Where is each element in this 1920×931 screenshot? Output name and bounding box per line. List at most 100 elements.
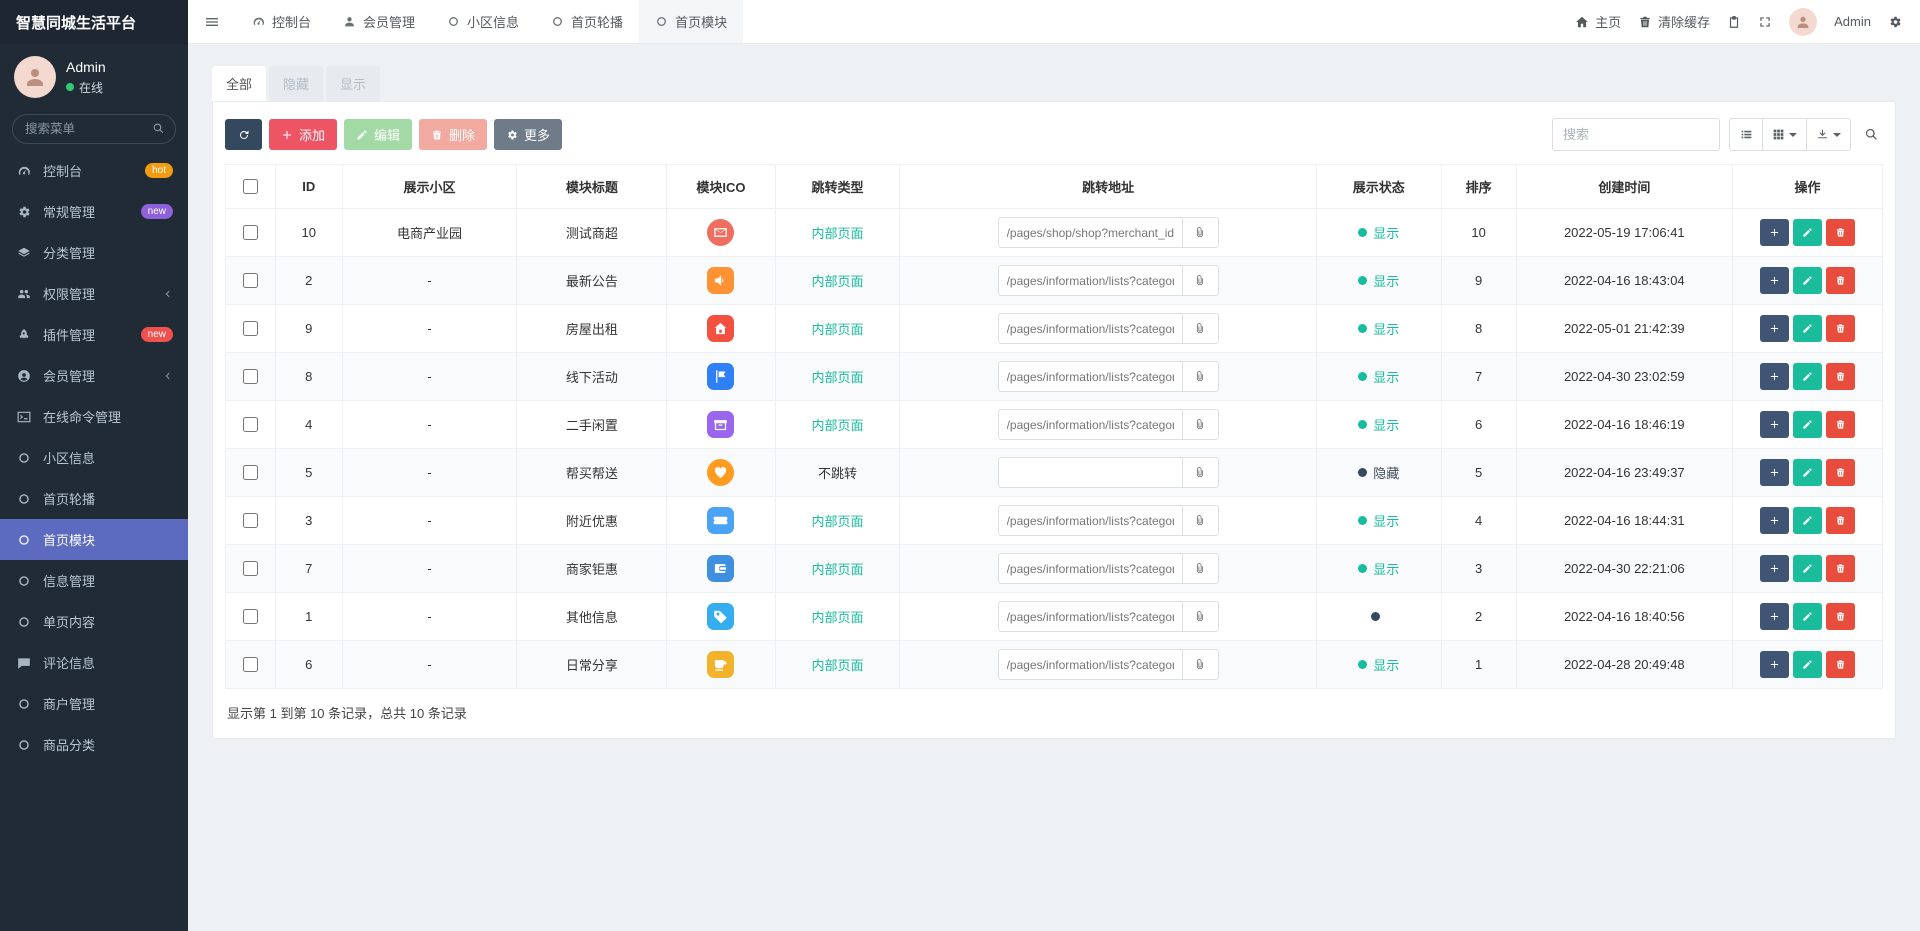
row-edit-button[interactable]	[1793, 603, 1823, 630]
row-checkbox[interactable]	[243, 369, 259, 384]
row-checkbox[interactable]	[243, 417, 259, 432]
table-search-input[interactable]	[1552, 118, 1720, 151]
filter-tab[interactable]: 全部	[212, 66, 267, 101]
row-edit-button[interactable]	[1793, 651, 1823, 678]
row-delete-button[interactable]	[1826, 315, 1856, 342]
sidebar-item[interactable]: 会员管理	[0, 355, 188, 396]
select-all-checkbox[interactable]	[243, 179, 259, 194]
clear-cache-link[interactable]: 清除缓存	[1638, 12, 1710, 31]
row-add-button[interactable]	[1760, 603, 1790, 630]
link-button[interactable]	[1182, 553, 1219, 584]
jump-url-input[interactable]	[997, 313, 1183, 344]
column-header-jump-url[interactable]: 跳转地址	[899, 164, 1317, 209]
jump-url-input[interactable]	[997, 409, 1183, 440]
row-edit-button[interactable]	[1793, 315, 1823, 342]
row-add-button[interactable]	[1760, 411, 1790, 438]
sidebar-item[interactable]: 商品分类	[0, 724, 188, 765]
row-edit-button[interactable]	[1793, 363, 1823, 390]
clipboard-button[interactable]	[1727, 15, 1741, 29]
sidebar-item[interactable]: 分类管理	[0, 232, 188, 273]
link-button[interactable]	[1182, 505, 1219, 536]
column-header-status[interactable]: 展示状态	[1315, 164, 1442, 209]
column-header-community[interactable]: 展示小区	[341, 164, 518, 209]
topnav-tab[interactable]: 首页模块	[639, 0, 744, 43]
filter-tab[interactable]: 隐藏	[269, 66, 324, 101]
filter-tab[interactable]: 显示	[326, 66, 381, 101]
row-delete-button[interactable]	[1826, 555, 1856, 582]
row-delete-button[interactable]	[1826, 219, 1856, 246]
row-add-button[interactable]	[1760, 219, 1790, 246]
columns-button[interactable]	[1763, 118, 1807, 151]
sidebar-item[interactable]: 商户管理	[0, 683, 188, 724]
row-add-button[interactable]	[1760, 651, 1790, 678]
row-edit-button[interactable]	[1793, 219, 1823, 246]
jump-url-input[interactable]	[997, 649, 1183, 680]
column-header-jump-type[interactable]: 跳转类型	[774, 164, 901, 209]
jump-url-input[interactable]	[997, 601, 1183, 632]
column-header-title[interactable]: 模块标题	[516, 164, 668, 209]
toggle-view-button[interactable]	[1729, 118, 1763, 151]
row-add-button[interactable]	[1760, 459, 1790, 486]
row-checkbox[interactable]	[243, 465, 259, 480]
row-checkbox[interactable]	[243, 561, 259, 576]
column-header-ico[interactable]: 模块ICO	[666, 164, 776, 209]
link-button[interactable]	[1182, 265, 1219, 296]
row-delete-button[interactable]	[1826, 603, 1856, 630]
row-add-button[interactable]	[1760, 507, 1790, 534]
search-button[interactable]	[1860, 123, 1883, 146]
row-add-button[interactable]	[1760, 363, 1790, 390]
jump-url-input[interactable]	[997, 505, 1183, 536]
row-add-button[interactable]	[1760, 267, 1790, 294]
sidebar-item[interactable]: 评论信息	[0, 642, 188, 683]
row-edit-button[interactable]	[1793, 555, 1823, 582]
topnav-tab[interactable]: 小区信息	[431, 0, 535, 43]
delete-button[interactable]: 删除	[419, 119, 488, 150]
sidebar-item[interactable]: 信息管理	[0, 560, 188, 601]
link-button[interactable]	[1182, 409, 1219, 440]
sidebar-item[interactable]: 首页模块	[0, 519, 188, 560]
fullscreen-button[interactable]	[1758, 15, 1772, 29]
sidebar-item[interactable]: 首页轮播	[0, 478, 188, 519]
refresh-button[interactable]	[225, 119, 262, 150]
row-delete-button[interactable]	[1826, 363, 1856, 390]
home-link[interactable]: 主页	[1575, 12, 1621, 31]
sidebar-item[interactable]: 小区信息	[0, 437, 188, 478]
column-header-id[interactable]: ID	[274, 164, 343, 209]
jump-url-input[interactable]	[997, 265, 1183, 296]
row-checkbox[interactable]	[243, 273, 259, 288]
row-checkbox[interactable]	[243, 513, 259, 528]
row-edit-button[interactable]	[1793, 459, 1823, 486]
row-checkbox[interactable]	[243, 609, 259, 624]
topnav-tab[interactable]: 控制台	[236, 0, 327, 43]
column-header-sort[interactable]: 排序	[1440, 164, 1517, 209]
row-checkbox[interactable]	[243, 321, 259, 336]
row-delete-button[interactable]	[1826, 507, 1856, 534]
row-delete-button[interactable]	[1826, 651, 1856, 678]
row-checkbox[interactable]	[243, 657, 259, 672]
link-button[interactable]	[1182, 649, 1219, 680]
topnav-avatar[interactable]	[1789, 7, 1818, 36]
jump-url-input[interactable]	[997, 217, 1183, 248]
column-header-created[interactable]: 创建时间	[1515, 164, 1734, 209]
row-delete-button[interactable]	[1826, 411, 1856, 438]
sidebar-item[interactable]: 单页内容	[0, 601, 188, 642]
more-button[interactable]: 更多	[494, 119, 563, 150]
sidebar-item[interactable]: 在线命令管理	[0, 396, 188, 437]
link-button[interactable]	[1182, 313, 1219, 344]
sidebar-item[interactable]: 常规管理 new	[0, 191, 188, 232]
jump-url-input[interactable]	[997, 361, 1183, 392]
edit-button[interactable]: 编辑	[344, 119, 413, 150]
link-button[interactable]	[1182, 457, 1219, 488]
row-delete-button[interactable]	[1826, 267, 1856, 294]
link-button[interactable]	[1182, 217, 1219, 248]
row-edit-button[interactable]	[1793, 411, 1823, 438]
row-add-button[interactable]	[1760, 315, 1790, 342]
export-button[interactable]	[1807, 118, 1851, 151]
add-button[interactable]: 添加	[269, 119, 338, 150]
user-avatar[interactable]	[14, 56, 56, 98]
jump-url-input[interactable]	[997, 553, 1183, 584]
sidebar-item[interactable]: 控制台 hot	[0, 150, 188, 191]
row-add-button[interactable]	[1760, 555, 1790, 582]
link-button[interactable]	[1182, 361, 1219, 392]
settings-button[interactable]	[1888, 15, 1902, 29]
